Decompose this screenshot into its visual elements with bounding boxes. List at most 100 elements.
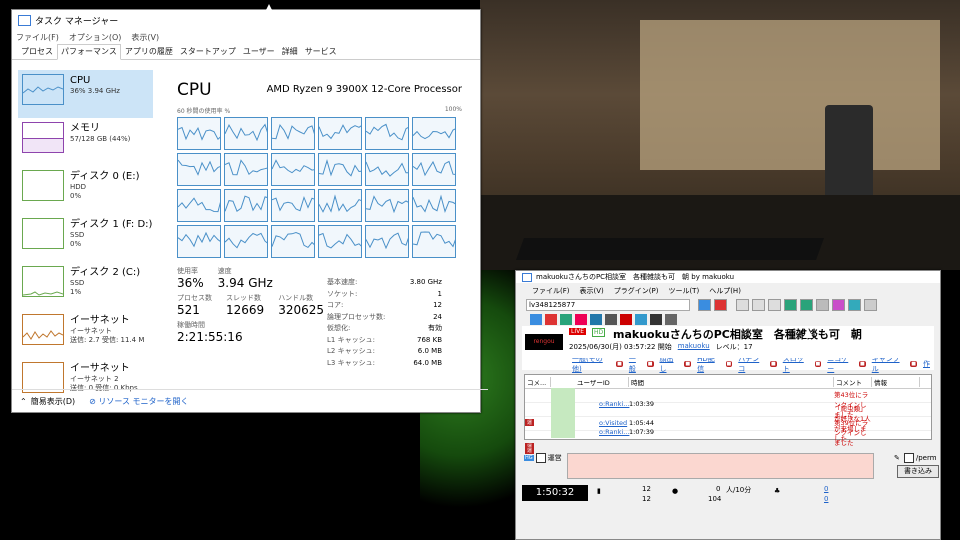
perm-checkbox[interactable] — [903, 453, 914, 463]
resource-monitor-label: リソース モニターを開く — [98, 396, 189, 406]
tool-icon[interactable] — [848, 299, 861, 311]
pen-icon[interactable]: ✎ — [894, 454, 900, 462]
viewer-icon: ▮ — [597, 487, 601, 495]
cpu-core-graph — [318, 225, 362, 258]
tool-icon[interactable] — [752, 299, 765, 311]
cpu-thumbnail-graph — [22, 74, 64, 105]
comment-user-id[interactable]: o:Visited — [575, 419, 629, 427]
column-user-id[interactable]: ユーザーID — [575, 376, 629, 387]
tab-details[interactable]: 詳細 — [279, 45, 301, 59]
fewer-details-link[interactable]: 簡易表示(D) — [31, 396, 75, 407]
detail-row: L3 キャッシュ: 64.0 MB — [327, 358, 442, 370]
tool-icon[interactable] — [800, 299, 813, 311]
task-manager-icon — [18, 14, 31, 26]
plugin-icon[interactable] — [560, 313, 572, 325]
column-info[interactable]: 情報 — [872, 376, 920, 387]
settings-icon[interactable] — [864, 299, 877, 311]
comment-mode-icon[interactable]: HG — [524, 455, 534, 461]
plugin-icon[interactable] — [530, 313, 542, 325]
handle-value: 320625 — [278, 303, 324, 317]
comment-time: 1:03:39 — [629, 400, 655, 408]
tag-lock-icon: ■ — [814, 361, 822, 367]
plugin-icon[interactable] — [650, 313, 662, 325]
menu-help[interactable]: ヘルプ(H) — [709, 286, 741, 296]
cpu-core-graph — [412, 153, 456, 186]
column-comment-no[interactable]: コメ... — [525, 376, 551, 387]
comment-user-id[interactable]: o:Ranki... — [575, 400, 629, 408]
sidebar-ethernet2-title: イーサネット — [70, 363, 130, 374]
usage-value: 36% — [177, 276, 204, 290]
connect-icon[interactable] — [698, 299, 711, 311]
menu-file[interactable]: ファイル(F) — [532, 286, 570, 296]
tab-services[interactable]: サービス — [302, 45, 340, 59]
tab-app-history[interactable]: アプリの履歴 — [122, 45, 176, 59]
resource-monitor-link[interactable]: ⊘ リソース モニターを開く — [89, 396, 188, 407]
plugin-icon[interactable] — [605, 313, 617, 325]
owner-link[interactable]: makuoku — [678, 342, 710, 352]
tag-lock-icon: ■ — [616, 361, 623, 367]
menu-view[interactable]: 表示(V) — [131, 32, 159, 43]
tag-lock-icon: ■ — [859, 361, 866, 367]
plugin-icon[interactable] — [665, 313, 677, 325]
detail-row: 基本速度: 3.80 GHz — [327, 277, 442, 289]
sidebar-memory-title: メモリ — [70, 123, 100, 134]
tool-icon[interactable] — [832, 299, 845, 311]
column-comment[interactable]: コメント — [834, 376, 872, 387]
sidebar-item-disk1[interactable]: ディスク 1 (F: D:) SSD 0% — [18, 214, 153, 262]
tab-startup[interactable]: スタートアップ — [177, 45, 239, 59]
status-value-c2[interactable]: 0 — [824, 495, 828, 503]
chevron-up-icon[interactable]: ⌃ — [20, 397, 27, 406]
tool-icon[interactable] — [768, 299, 781, 311]
plugin-icon[interactable] — [575, 313, 587, 325]
plugin-icon[interactable] — [590, 313, 602, 325]
process-value: 521 — [177, 303, 200, 317]
sidebar-item-ethernet1[interactable]: イーサネット イーサネット 送信: 2.7 受信: 11.4 M — [18, 310, 153, 358]
live-info: rengou LIVE HD makuokuさんちのPC相談室 各種雑談も可 朝… — [522, 326, 934, 358]
plugin-icon[interactable] — [545, 313, 557, 325]
sidebar-disk1-value: 0% — [70, 240, 82, 248]
tab-processes[interactable]: プロセス — [18, 45, 56, 59]
menu-file[interactable]: ファイル(F) — [16, 32, 59, 43]
stream-tool-titlebar[interactable]: makuokuさんちのPC相談室 各種雑談も可 朝 by makuoku — [516, 271, 940, 283]
detail-row: 仮想化: 有効 — [327, 323, 442, 335]
cpu-core-graph — [224, 189, 268, 222]
tab-performance[interactable]: パフォーマンス — [57, 44, 121, 60]
plugin-icon[interactable] — [635, 313, 647, 325]
sidebar-item-disk2[interactable]: ディスク 2 (C:) SSD 1% — [18, 262, 153, 310]
sidebar-cpu-value: 36% 3.94 GHz — [70, 87, 120, 95]
column-time[interactable]: 時間 — [629, 376, 834, 387]
task-manager-titlebar[interactable]: タスク マネージャー — [12, 10, 480, 30]
refresh-icon[interactable] — [736, 299, 749, 311]
menu-plugin[interactable]: プラグイン(P) — [614, 286, 659, 296]
status-value-b1: 0 — [716, 485, 721, 493]
person-icon: ● — [672, 487, 679, 495]
comment-user-id[interactable]: o:Ranki... — [575, 428, 629, 436]
comment-row[interactable]: o:Ranki... 1:03:39 第43位にランクインしました運 — [525, 389, 931, 426]
sidebar-item-disk0[interactable]: ディスク 0 (E:) HDD 0% — [18, 166, 153, 214]
detail-row: L2 キャッシュ: 6.0 MB — [327, 346, 442, 358]
sidebar-item-memory[interactable]: メモリ 57/128 GB (44%) — [18, 118, 153, 166]
task-manager-tabs: プロセス パフォーマンス アプリの履歴 スタートアップ ユーザー 詳細 サービス — [12, 44, 480, 60]
sidebar-item-cpu[interactable]: CPU 36% 3.94 GHz — [18, 70, 153, 118]
menu-options[interactable]: オプション(O) — [69, 32, 122, 43]
plugin-icon[interactable] — [620, 313, 632, 325]
speed-value: 3.94 GHz — [217, 276, 273, 290]
unei-checkbox[interactable] — [535, 453, 546, 463]
comment-text: 第39位にランクインしました — [834, 419, 869, 447]
status-value-c1[interactable]: 0 — [824, 485, 828, 493]
cpu-core-graph — [224, 153, 268, 186]
stream-tool-title: makuokuさんちのPC相談室 各種雑談も可 朝 by makuoku — [536, 273, 735, 281]
tab-users[interactable]: ユーザー — [240, 45, 278, 59]
tool-icon[interactable] — [784, 299, 797, 311]
tag-link[interactable]: 作 — [923, 359, 930, 369]
comment-text-input[interactable] — [567, 453, 874, 479]
disconnect-icon[interactable] — [714, 299, 727, 311]
menu-tools[interactable]: ツール(T) — [668, 286, 699, 296]
ethernet1-thumbnail-graph — [22, 314, 64, 345]
menu-view[interactable]: 表示(V) — [580, 286, 604, 296]
stream-tool-menubar: ファイル(F) 表示(V) プラグイン(P) ツール(T) ヘルプ(H) — [516, 283, 940, 298]
live-id-combobox[interactable]: lv348125877 — [526, 299, 690, 311]
write-button[interactable]: 書き込み — [897, 465, 939, 478]
thread-value: 12669 — [226, 303, 265, 317]
tool-icon[interactable] — [816, 299, 829, 311]
